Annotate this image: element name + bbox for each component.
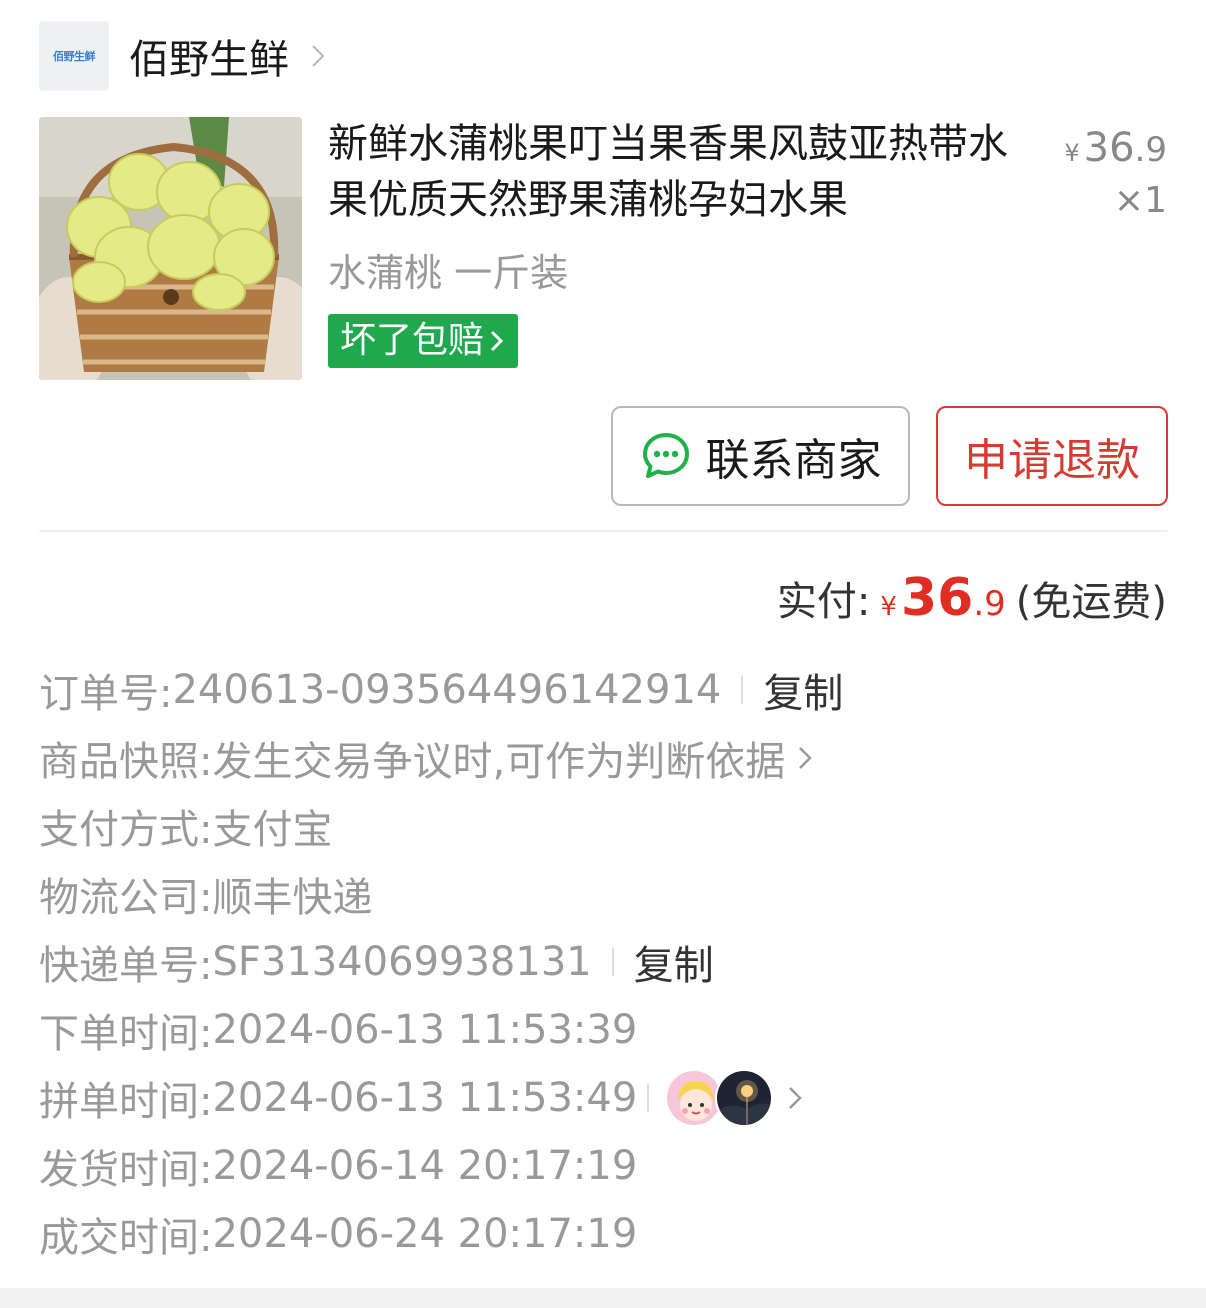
store-name[interactable]: 佰野生鲜 [129, 27, 289, 85]
deal-time-label: 成交时间: [39, 1215, 213, 1261]
payment-method-row: 支付方式: 支付宝 [39, 792, 1167, 860]
order-number-label: 订单号: [39, 671, 173, 717]
paid-amount-int: 36 [900, 568, 974, 628]
ship-time-label: 发货时间: [39, 1147, 213, 1193]
product-image[interactable] [39, 117, 302, 380]
quantity: ×1 [1113, 180, 1167, 221]
logistics-row: 物流公司: 顺丰快递 [39, 860, 1167, 928]
order-info-list: 订单号: 240613-093564496142914 复制 商品快照: 发生交… [39, 656, 1167, 1268]
currency-symbol: ¥ [1064, 139, 1080, 167]
order-number-row: 订单号: 240613-093564496142914 复制 [39, 656, 1167, 724]
currency-symbol: ¥ [880, 592, 897, 622]
store-logo: 佰野生鲜 [39, 21, 109, 91]
snapshot-value: 发生交易争议时,可作为判断依据 [212, 739, 786, 785]
request-refund-button[interactable]: 申请退款 [936, 406, 1168, 506]
contact-seller-label: 联系商家 [705, 435, 882, 486]
chevron-right-icon[interactable] [783, 1078, 807, 1118]
shipping-note: (免运费) [1015, 579, 1167, 625]
product-spec: 水蒲桃 一斤装 [328, 251, 569, 295]
ship-time: 2024-06-14 20:17:19 [212, 1143, 638, 1189]
group-time-label: 拼单时间: [39, 1079, 213, 1125]
unit-price-int: 36 [1083, 125, 1135, 171]
copy-order-number-button[interactable]: 复制 [763, 661, 843, 719]
bottom-bar [0, 1288, 1206, 1308]
copy-tracking-button[interactable]: 复制 [634, 933, 714, 991]
deal-time: 2024-06-24 20:17:19 [212, 1211, 638, 1257]
fruit-basket-illustration [39, 117, 302, 380]
order-number: 240613-093564496142914 [172, 667, 722, 713]
logistics-label: 物流公司: [39, 875, 213, 921]
group-members[interactable] [665, 1069, 774, 1127]
product-title[interactable]: 新鲜水蒲桃果叮当果香果风鼓亚热带水果优质天然野果蒲桃孕妇水果 [328, 116, 1018, 228]
store-logo-text: 佰野生鲜 [53, 50, 96, 63]
store-header[interactable]: 佰野生鲜 佰野生鲜 [39, 21, 333, 91]
guarantee-label: 坏了包赔 [340, 320, 485, 361]
separator [647, 1084, 650, 1112]
chevron-right-icon [490, 330, 504, 352]
contact-seller-button[interactable]: 联系商家 [611, 406, 910, 506]
chat-bubble-icon [642, 433, 689, 478]
order-time-row: 下单时间: 2024-06-13 11:53:39 [39, 996, 1167, 1064]
chevron-right-icon[interactable] [303, 36, 333, 76]
avatar [715, 1069, 774, 1127]
paid-amount-dec: .9 [973, 584, 1006, 624]
divider [39, 530, 1167, 532]
order-time-label: 下单时间: [39, 1011, 213, 1057]
unit-price-box: ¥36.9 ×1 [1064, 124, 1167, 225]
payment-method: 支付宝 [212, 807, 333, 853]
chevron-right-icon [799, 747, 812, 769]
tracking-row: 快递单号: SF3134069938131 复制 [39, 928, 1167, 996]
guarantee-badge[interactable]: 坏了包赔 [328, 314, 519, 368]
deal-time-row: 成交时间: 2024-06-24 20:17:19 [39, 1200, 1167, 1268]
unit-price: ¥36.9 [1064, 124, 1167, 177]
payment-method-label: 支付方式: [39, 807, 213, 853]
separator [611, 948, 614, 976]
order-time: 2024-06-13 11:53:39 [212, 1007, 638, 1053]
unit-price-dec: .9 [1134, 130, 1167, 170]
tracking-label: 快递单号: [39, 943, 213, 989]
tracking-number: SF3134069938131 [212, 939, 592, 985]
separator [741, 676, 744, 704]
logistics-company: 顺丰快递 [212, 875, 373, 921]
ship-time-row: 发货时间: 2024-06-14 20:17:19 [39, 1132, 1167, 1200]
paid-amount-row: 实付: ¥36.9 (免运费) [777, 568, 1167, 628]
snapshot-label: 商品快照: [39, 739, 213, 785]
snapshot-row[interactable]: 商品快照: 发生交易争议时,可作为判断依据 [39, 724, 1167, 792]
group-time: 2024-06-13 11:53:49 [212, 1075, 638, 1121]
group-time-row: 拼单时间: 2024-06-13 11:53:49 [39, 1064, 1167, 1132]
paid-amount: ¥36.9 [880, 568, 1005, 628]
request-refund-label: 申请退款 [964, 435, 1140, 486]
night-streetlight-avatar-icon [717, 1071, 772, 1125]
paid-label: 实付: [776, 579, 871, 625]
